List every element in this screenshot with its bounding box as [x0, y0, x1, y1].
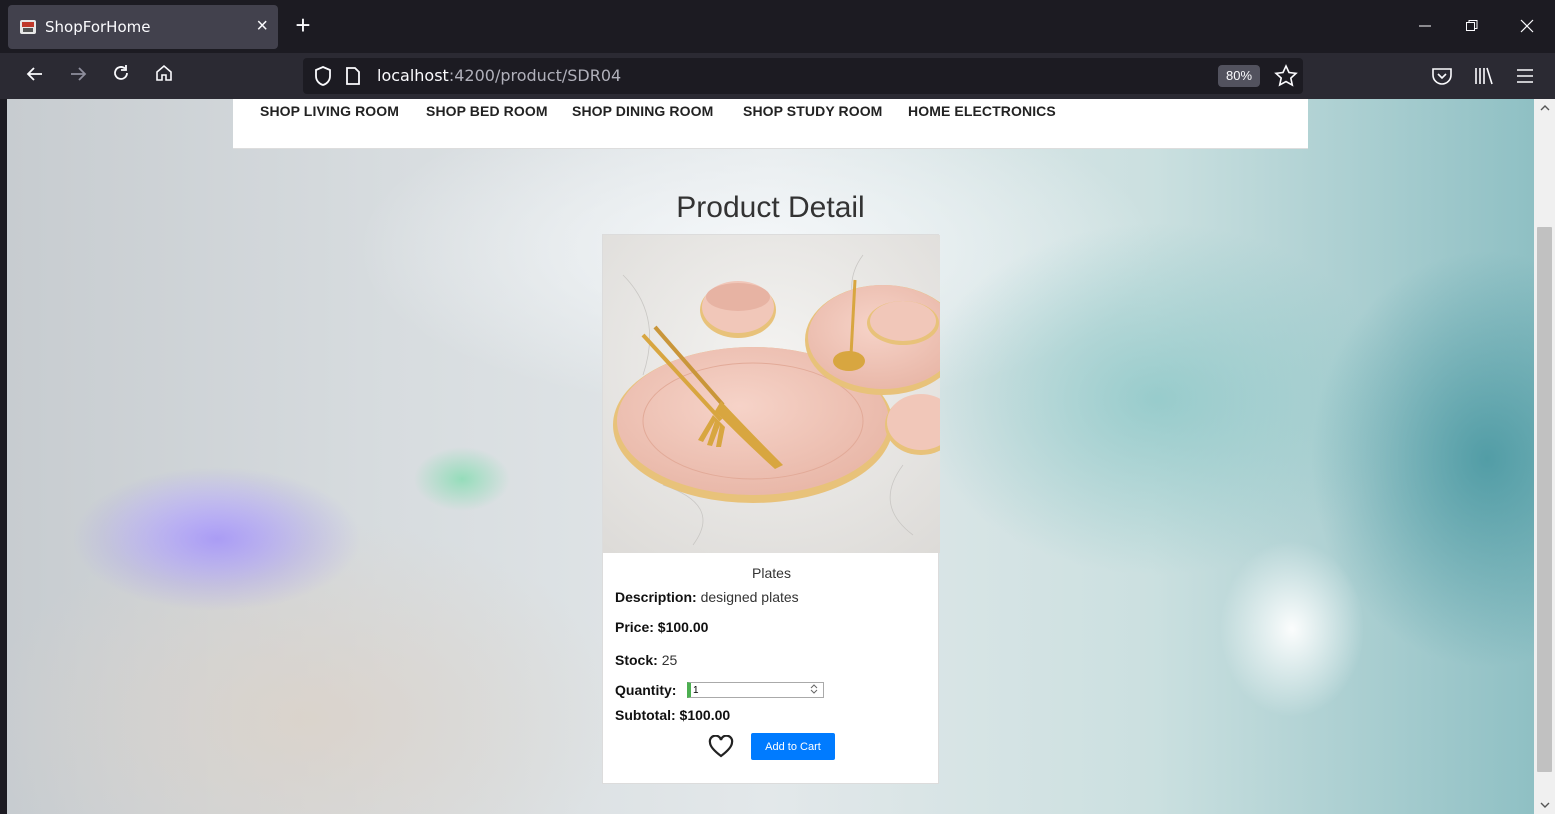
nav-shop-living-room[interactable]: SHOP LIVING ROOM — [260, 103, 399, 119]
minimize-icon[interactable] — [1405, 12, 1445, 42]
quantity-row: Quantity: — [615, 682, 676, 698]
library-icon[interactable] — [1468, 61, 1498, 91]
home-icon[interactable] — [149, 61, 179, 91]
scroll-thumb[interactable] — [1537, 227, 1552, 772]
tracking-shield-icon[interactable] — [313, 65, 333, 87]
bookmark-star-icon[interactable] — [1273, 63, 1299, 89]
tab-bar: ShopForHome × + — [0, 0, 1555, 53]
nav-shop-bed-room[interactable]: SHOP BED ROOM — [426, 103, 548, 119]
quantity-label: Quantity: — [615, 682, 677, 698]
add-to-cart-button[interactable]: Add to Cart — [751, 733, 835, 760]
zoom-level-badge[interactable]: 80% — [1218, 65, 1260, 87]
subtotal-row: Subtotal: $100.00 — [615, 707, 730, 723]
restore-icon[interactable] — [1452, 12, 1492, 42]
product-stock: Stock: 25 — [615, 652, 677, 668]
price-label: Price: $100.00 — [615, 619, 709, 635]
tab-close-icon[interactable]: × — [256, 14, 268, 38]
page-scrollbar[interactable] — [1534, 99, 1555, 814]
description-value: designed plates — [700, 589, 799, 605]
nav-shop-dining-room[interactable]: SHOP DINING ROOM — [572, 103, 713, 119]
reload-icon[interactable] — [106, 61, 136, 91]
page-info-icon[interactable] — [345, 66, 361, 86]
pocket-icon[interactable] — [1427, 61, 1457, 91]
stock-label: Stock: — [615, 652, 658, 668]
nav-home-electronics[interactable]: HOME ELECTRONICS — [908, 103, 1056, 119]
product-name: Plates — [752, 565, 791, 581]
new-tab-button[interactable]: + — [288, 10, 318, 40]
window-close-icon[interactable] — [1507, 12, 1547, 42]
product-card: Plates Description: designed plates Pric… — [602, 234, 940, 784]
product-price: Price: $100.00 — [615, 619, 708, 635]
nav-shop-study-room[interactable]: SHOP STUDY ROOM — [743, 103, 882, 119]
product-description: Description: designed plates — [615, 589, 799, 605]
subtotal-label: Subtotal: $100.00 — [615, 707, 731, 723]
scroll-down-icon[interactable] — [1534, 798, 1555, 814]
stock-value: 25 — [661, 652, 678, 668]
url-text[interactable]: localhost:4200/product/SDR04 — [377, 66, 621, 85]
back-icon[interactable] — [20, 61, 50, 91]
quantity-input[interactable] — [687, 682, 824, 698]
tab-title: ShopForHome — [45, 18, 151, 36]
product-image — [603, 235, 940, 553]
site-favicon-icon — [20, 20, 36, 34]
heart-icon[interactable] — [708, 735, 734, 759]
page-viewport: SHOP LIVING ROOM SHOP BED ROOM SHOP DINI… — [7, 99, 1534, 814]
page-title: Product Detail — [676, 191, 865, 225]
menu-icon[interactable] — [1510, 61, 1540, 91]
site-navigation: SHOP LIVING ROOM SHOP BED ROOM SHOP DINI… — [233, 99, 1308, 149]
quantity-stepper-icon[interactable] — [805, 683, 823, 697]
browser-toolbar: localhost:4200/product/SDR04 80% — [0, 53, 1555, 99]
forward-icon[interactable] — [63, 61, 93, 91]
scroll-up-icon[interactable] — [1534, 101, 1555, 117]
browser-tab[interactable]: ShopForHome × — [8, 5, 278, 49]
description-label: Description: — [615, 589, 697, 605]
url-bar[interactable]: localhost:4200/product/SDR04 80% — [303, 58, 1303, 94]
